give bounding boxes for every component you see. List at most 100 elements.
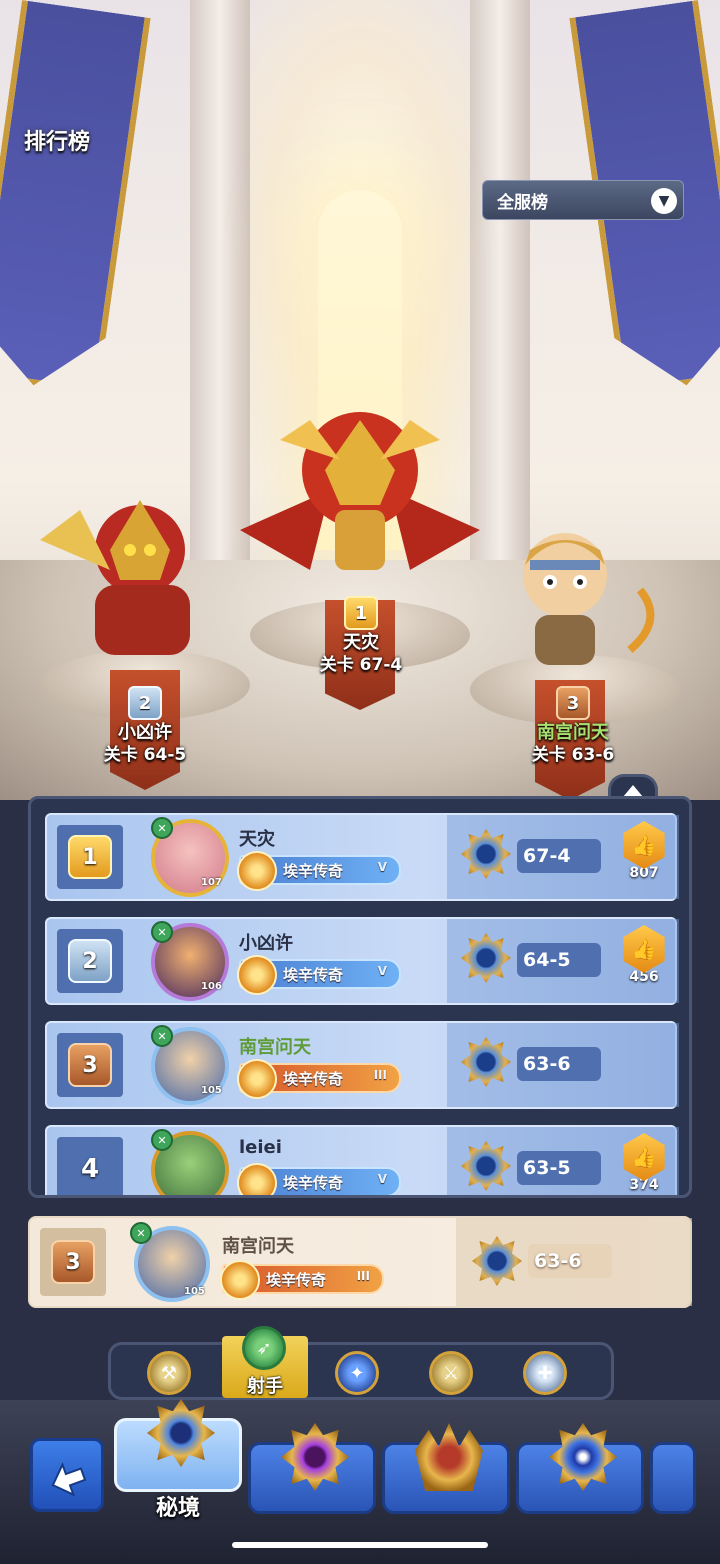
leaderboard-row[interactable]: 1 ✕ 107 天灾 埃辛传奇 V 67-4 👍 807 [45,813,679,901]
rank-badge: 2 [68,939,112,983]
title-label: 埃辛传奇 [283,1173,344,1192]
stage-value: 64-5 [517,943,601,977]
rank-2-emblem: 2 [128,686,162,720]
like-button[interactable]: 👍 456 [619,925,669,997]
podium-scene [0,0,720,800]
rank-1-emblem: 1 [344,596,378,630]
stage-value: 67-4 [517,839,601,873]
mode-tab-4[interactable] [516,1423,644,1514]
cross-icon[interactable]: ✚ [523,1351,567,1395]
rank-badge: 3 [68,1043,112,1087]
stage-value: 63-6 [517,1047,601,1081]
class-badge-icon: ✕ [130,1222,152,1244]
class-badge-icon: ✕ [151,817,173,839]
hero-2-art [40,500,190,655]
player-name: leiei [239,1137,282,1158]
podium-stage: 关卡 67-4 [319,655,403,675]
player-name: 天灾 [239,829,275,850]
server-dropdown[interactable]: 全服榜 ▼ [482,180,684,220]
podium-stage: 关卡 63-6 [531,745,615,765]
rank-cell: 2 [57,929,123,993]
stage-value: 63-5 [517,1151,601,1185]
player-level: 106 [201,981,222,992]
mode-tab-secret-realm[interactable] [114,1399,242,1492]
title-tier: V [377,964,387,978]
podium-name: 小凶许 [118,722,172,743]
player-name: 南宫问天 [222,1236,294,1257]
class-badge-icon: ✕ [151,1129,173,1151]
hero-rank-1[interactable] [220,380,500,600]
thumbs-up-icon: 👍 [623,925,665,973]
rank-number: 4 [80,1154,100,1184]
podium-label-2: 2 小凶许 关卡 64-5 [72,686,218,766]
mode-tab-label: 秘境 [155,1496,200,1521]
mode-tab-5[interactable] [650,1442,696,1514]
rank-cell: 3 [57,1033,123,1097]
hero-1-art [240,412,480,570]
title-bar: 埃辛传奇 V [237,1163,401,1195]
class-filter-label: 射手 [247,1376,283,1397]
my-rank-row[interactable]: 3 ✕ 105 南宫问天 埃辛传奇 III 63-6 [28,1216,692,1308]
thumbs-up-icon: 👍 [623,1133,665,1181]
like-button[interactable]: 👍 374 [619,1133,669,1195]
rank-badge: 1 [68,835,112,879]
podium-name: 天灾 [343,632,379,653]
banner-left [0,0,151,394]
title-bar: 埃辛传奇 V [237,955,401,995]
back-button[interactable] [30,1438,104,1512]
rank-cell: 3 [40,1228,106,1296]
title-bar: 埃辛传奇 III [220,1260,384,1300]
class-badge-icon: ✕ [151,921,173,943]
class-filter-archer[interactable]: ➶ 射手 [222,1326,308,1398]
mode-tab-3[interactable] [382,1423,510,1514]
hero-rank-2[interactable] [20,480,240,670]
class-badge-icon: ✕ [151,1025,173,1047]
hero-3-art [523,533,655,665]
rank-cell: 1 [57,825,123,889]
title-tier: III [373,1068,387,1082]
podium-stage: 关卡 64-5 [103,745,187,765]
title-bar: 埃辛传奇 III [237,1059,401,1099]
title-tier: III [356,1269,370,1283]
title-label: 埃辛传奇 [283,861,344,880]
leaderboard-row[interactable]: 4 ✕ leiei 埃辛传奇 V 63-5 👍 374 [45,1125,679,1195]
stage-value: 63-6 [528,1244,612,1278]
title-label: 埃辛传奇 [266,1270,327,1289]
sword-icon[interactable]: ⚔ [429,1351,473,1395]
title-crest-icon [220,1260,260,1300]
title-label: 埃辛传奇 [283,1069,344,1088]
leaderboard-panel[interactable]: 1 ✕ 107 天灾 埃辛传奇 V 67-4 👍 807 2 ✕ 106 小凶许… [28,796,692,1198]
rank-badge: 3 [51,1240,95,1284]
mode-tab-2[interactable] [248,1423,376,1514]
home-indicator [232,1542,488,1548]
hero-rank-3[interactable] [490,520,670,680]
back-arrow-icon [51,1462,87,1497]
like-button[interactable]: 👍 807 [619,821,669,893]
title-crest-icon [237,1163,277,1195]
staff-icon[interactable]: ✦ [335,1351,379,1395]
title-tier: V [377,1172,387,1186]
player-name: 南宫问天 [239,1037,311,1058]
title-tier: V [377,860,387,874]
player-level: 105 [201,1085,222,1096]
leaderboard-row[interactable]: 2 ✕ 106 小凶许 埃辛传奇 V 64-5 👍 456 [45,917,679,1005]
bow-icon: ➶ [242,1326,286,1370]
title-crest-icon [237,955,277,995]
chevron-down-icon: ▼ [651,188,677,214]
axe-icon[interactable]: ⚒ [147,1351,191,1395]
player-level: 107 [201,877,222,888]
thumbs-up-icon: 👍 [623,821,665,869]
chevron-up-icon [623,784,643,797]
rank-3-emblem: 3 [556,686,590,720]
player-level: 105 [184,1286,205,1297]
leaderboard-row[interactable]: 3 ✕ 105 南宫问天 埃辛传奇 III 63-6 [45,1021,679,1109]
podium-name: 南宫问天 [537,722,609,743]
title-crest-icon [237,851,277,891]
server-dropdown-label: 全服榜 [497,192,548,213]
page-title: 排行榜 [24,130,91,155]
podium-label-1: 1 天灾 关卡 67-4 [288,596,434,676]
title-bar: 埃辛传奇 V [237,851,401,891]
class-filter-bar: ⚒ ✦ ⚔ ✚ [108,1342,614,1400]
rank-cell: 4 [57,1137,123,1195]
title-crest-icon [237,1059,277,1099]
